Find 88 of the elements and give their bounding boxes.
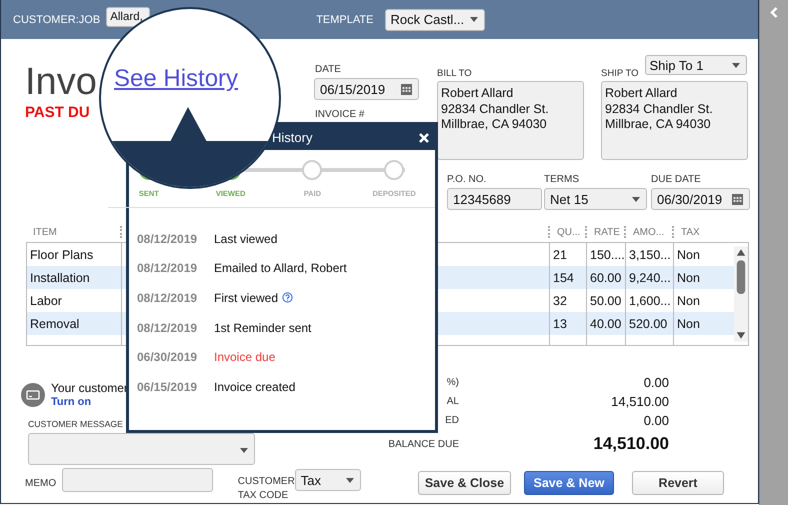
past-due-label: PAST DU — [25, 104, 91, 121]
total-label: BALANCE DUE — [387, 438, 459, 450]
payments-text: Your customer — [51, 381, 128, 395]
help-icon[interactable] — [282, 292, 294, 304]
total-label: ED — [444, 415, 459, 426]
event-text: Invoice created — [214, 380, 296, 394]
due-date-label: DUE DATE — [651, 174, 702, 185]
total-label: %) — [446, 377, 459, 388]
turn-on-link[interactable]: Turn on — [51, 395, 128, 409]
table-cell: 21 — [553, 248, 567, 262]
event-date: 08/12/2019 — [137, 232, 198, 246]
table-cell: 1,600... — [629, 294, 671, 308]
po-number-field[interactable]: 12345689 — [447, 188, 542, 210]
table-cell: 50.00 — [590, 294, 622, 308]
ship-to-field[interactable]: Robert Allard 92834 Chandler St. Millbrae, CA 94030 — [601, 81, 748, 160]
terms-dropdown[interactable]: Net 15 — [544, 188, 647, 210]
table-cell: 150.... — [590, 248, 625, 262]
close-icon[interactable] — [419, 132, 429, 142]
event-date: 06/30/2019 — [137, 350, 198, 364]
total-value: 14,510.00 — [611, 394, 669, 409]
event-text: Last viewed — [214, 232, 278, 246]
caret-icon — [632, 196, 640, 202]
event-date: 08/12/2019 — [137, 320, 198, 335]
calendar-icon — [732, 194, 743, 204]
terms-label: TERMS — [544, 174, 580, 185]
table-cell: 40.00 — [590, 316, 622, 330]
table-cell: 3,150... — [629, 248, 671, 262]
table-cell: Labor — [30, 294, 62, 308]
table-cell: 520.00 — [629, 316, 668, 330]
event-date: 08/12/2019 — [137, 261, 198, 276]
action-button[interactable]: Save & Close — [418, 471, 511, 495]
total-value: 0.00 — [644, 375, 669, 390]
tax-code-dropdown[interactable]: Tax — [294, 469, 361, 491]
table-cell: 9,240... — [629, 270, 671, 284]
event-text: 1st Reminder sent — [214, 320, 312, 335]
bill-to-label: BILL TO — [437, 68, 472, 79]
table-cell: 60.00 — [590, 270, 622, 284]
caret-icon — [470, 17, 478, 22]
table-cell: 32 — [553, 294, 567, 308]
table-cell: Non — [677, 294, 700, 308]
date-label: DATE — [315, 64, 342, 75]
caret-icon — [346, 478, 354, 482]
ship-to-dropdown[interactable]: Ship To 1 — [644, 55, 746, 75]
table-cell: Floor Plans — [30, 248, 94, 262]
column-header: RATE — [594, 226, 620, 238]
column-header: QU... — [557, 226, 580, 238]
see-history-link[interactable]: See History — [114, 65, 238, 93]
chevron-left-icon[interactable] — [770, 7, 778, 18]
po-number-label: P.O. NO. — [447, 174, 488, 185]
table-cell: Non — [677, 270, 700, 284]
event-date: 06/15/2019 — [137, 380, 198, 394]
column-header: AMO... — [633, 226, 664, 238]
table-cell: Installation — [30, 270, 90, 284]
primary-button[interactable]: Save & New — [524, 471, 614, 495]
table-cell: Non — [677, 248, 700, 262]
template-dropdown[interactable]: Rock Castl... — [385, 8, 486, 30]
ship-to-label: SHIP TO — [601, 68, 638, 79]
event-text: Invoice due — [214, 350, 276, 364]
event-text: First viewed — [214, 290, 278, 305]
event-text: Emailed to Allard, Robert — [214, 261, 347, 276]
bill-to-field[interactable]: Robert Allard 92834 Chandler St. Millbrae, CA 94030 — [437, 81, 584, 160]
date-field[interactable]: 06/15/2019 — [314, 78, 419, 100]
memo-field[interactable] — [62, 468, 213, 492]
column-header: ITEM — [33, 226, 57, 238]
due-date-field[interactable]: 06/30/2019 — [651, 188, 750, 210]
column-header: TAX — [681, 226, 700, 238]
customer-job-label: CUSTOMER:JOB — [13, 14, 100, 26]
total-label: AL — [446, 396, 459, 407]
table-cell: Non — [677, 316, 700, 330]
caret-icon — [240, 448, 248, 453]
table-cell: Removal — [30, 316, 80, 330]
event-date: 08/12/2019 — [137, 290, 198, 305]
caret-icon — [732, 62, 740, 68]
credit-card-icon — [21, 383, 45, 407]
customer-message-label: CUSTOMER MESSAGE — [28, 419, 124, 429]
total-value: 14,510.00 — [593, 434, 669, 454]
customer-job-dropdown[interactable]: Allard, — [106, 6, 150, 26]
invoice-title: Invo — [25, 60, 97, 104]
action-button[interactable]: Revert — [632, 471, 724, 495]
total-value: 0.00 — [644, 413, 669, 428]
table-cell: 13 — [553, 316, 567, 330]
popup-title: History — [272, 130, 312, 145]
invoice-number-label: INVOICE # — [315, 109, 366, 120]
template-label: TEMPLATE — [316, 14, 374, 26]
calendar-icon — [401, 84, 412, 94]
memo-label: MEMO — [25, 477, 58, 489]
table-cell: 154 — [553, 270, 574, 284]
customer-tax-code-label: CUSTOMER TAX CODE — [238, 475, 295, 503]
